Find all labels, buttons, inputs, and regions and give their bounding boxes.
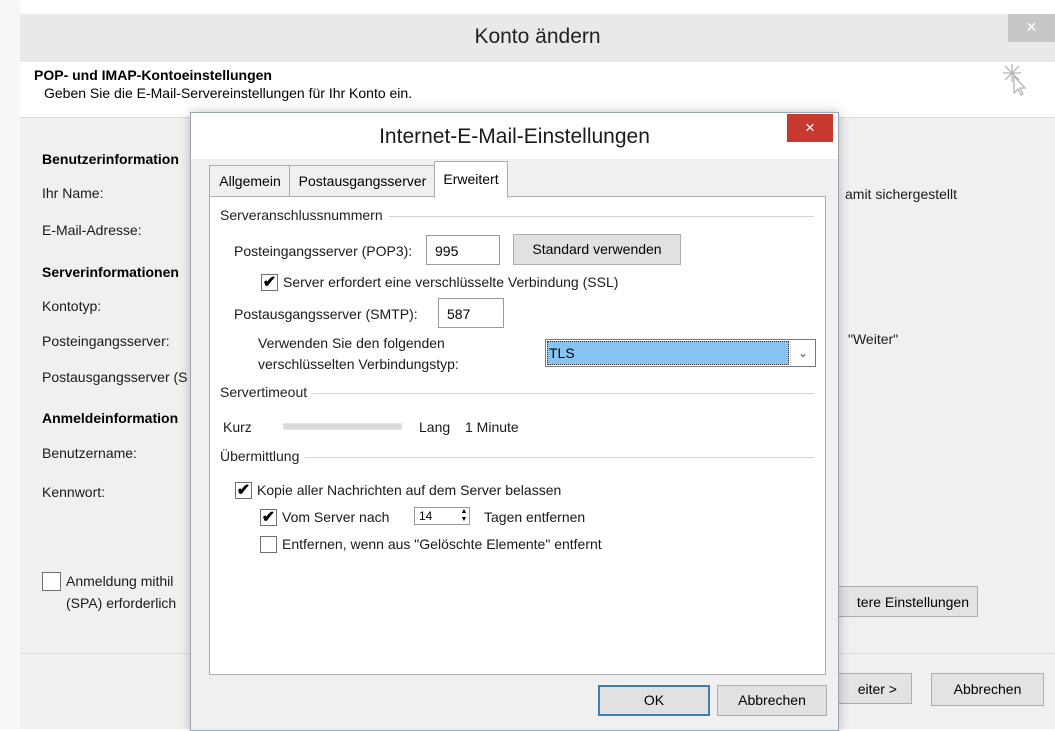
spa-label-line1: Anmeldung mithil [66,573,174,589]
encryption-label-line1: Verwenden Sie den folgenden [258,335,445,351]
ok-button[interactable]: OK [598,685,710,716]
remove-after-checkbox[interactable]: ✔ [260,509,277,526]
timeout-long-label: Lang [419,419,451,435]
outer-cancel-button[interactable]: Abbrechen [931,673,1044,706]
label-outgoing-server: Postausgangsserver (S [42,369,188,385]
outgoing-port-label: Postausgangsserver (SMTP): [234,306,418,322]
outer-close-button[interactable]: × [1008,14,1055,42]
ports-group-title: Serveranschlussnummern [220,207,389,223]
dialog-cancel-button[interactable]: Abbrechen [717,685,827,716]
outgoing-port-input[interactable]: 587 [438,298,504,328]
days-value: 14 [419,509,433,523]
delivery-group-rule [220,457,814,458]
label-email: E-Mail-Adresse: [42,222,142,238]
wizard-sparkle-icon [1003,64,1027,96]
tab-outgoing-server[interactable]: Postausgangsserver [289,165,436,197]
spin-up-icon[interactable]: ▲ [459,508,469,516]
section-user-info: Benutzerinformation [42,151,179,167]
keep-copy-label: Kopie aller Nachrichten auf dem Server b… [257,482,562,498]
timeout-group-title: Servertimeout [220,384,314,400]
outer-subheading: Geben Sie die E-Mail-Servereinstellungen… [44,85,413,101]
encryption-type-value: TLS [547,341,789,365]
section-server-info: Serverinformationen [42,264,179,280]
dialog-close-button[interactable]: × [787,114,833,142]
encryption-label-line2: verschlüsselten Verbindungstyp: [258,356,459,372]
tab-general[interactable]: Allgemein [209,165,291,197]
use-default-button[interactable]: Standard verwenden [513,234,681,265]
dialog-titlebar: Internet-E-Mail-Einstellungen [191,113,838,159]
incoming-port-input[interactable]: 995 [426,235,500,265]
next-hint-text: "Weiter" [848,331,899,347]
label-incoming-server: Posteingangsserver: [42,333,170,349]
remove-after-label-before: Vom Server nach [282,509,390,525]
label-name: Ihr Name: [42,185,104,201]
timeout-short-label: Kurz [223,419,252,435]
label-username: Benutzername: [42,445,137,461]
timeout-slider[interactable] [283,423,402,430]
outer-titlebar: Konto ändern [20,14,1055,63]
delivery-group-title: Übermittlung [220,448,306,464]
label-password: Kennwort: [42,484,106,500]
section-login-info: Anmeldeinformation [42,410,179,426]
spa-checkbox[interactable] [42,572,61,591]
remove-deleted-checkbox[interactable] [260,536,277,553]
ssl-checkbox[interactable]: ✔ [261,274,278,291]
incoming-port-label: Posteingangsserver (POP3): [234,243,413,259]
remove-after-label-after: Tagen entfernen [484,509,586,525]
outer-header: POP- und IMAP-Kontoeinstellungen Geben S… [20,62,1055,118]
tab-advanced[interactable]: Erweitert [434,161,508,198]
ssl-checkbox-label: Server erfordert eine verschlüsselte Ver… [283,274,619,290]
outer-heading: POP- und IMAP-Kontoeinstellungen [34,67,272,83]
dialog-title: Internet-E-Mail-Einstellungen [379,125,650,148]
chevron-down-icon[interactable]: ⌄ [790,340,815,366]
advanced-tab-panel: Serveranschlussnummern Posteingangsserve… [209,196,826,675]
info-text-right: amit sichergestellt [845,186,958,202]
encryption-type-select[interactable]: TLS ⌄ [545,339,816,367]
keep-copy-checkbox[interactable]: ✔ [235,482,252,499]
internet-email-settings-dialog: Internet-E-Mail-Einstellungen × Allgemei… [190,112,839,731]
timeout-value: 1 Minute [465,419,519,435]
spin-down-icon[interactable]: ▼ [459,516,469,524]
days-spinner[interactable]: 14 ▲ ▼ [414,507,470,525]
spa-label-line2: (SPA) erforderlich [66,595,177,611]
label-account-type: Kontotyp: [42,298,102,314]
remove-deleted-label: Entfernen, wenn aus "Gelöschte Elemente"… [282,536,602,552]
outer-window-title: Konto ändern [474,25,601,48]
background-window-edge [0,0,20,729]
